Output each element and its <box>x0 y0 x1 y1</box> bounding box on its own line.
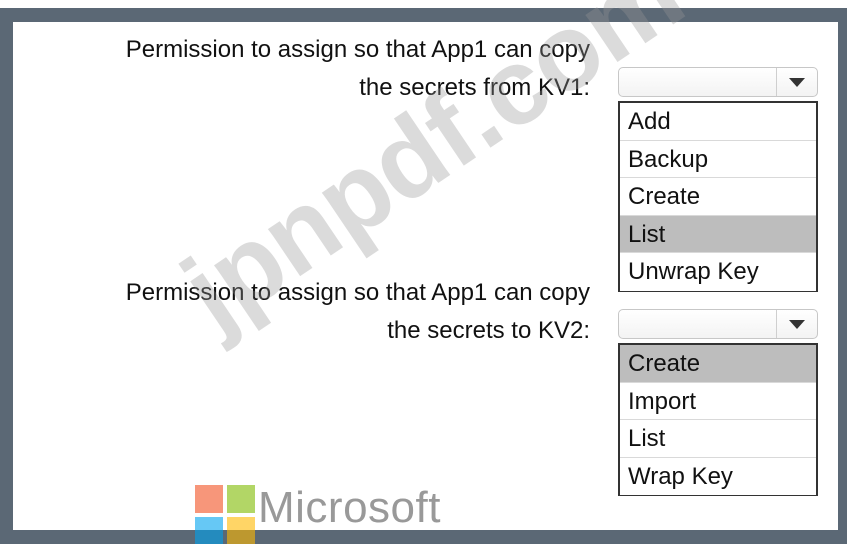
chevron-down-icon[interactable] <box>789 320 805 329</box>
microsoft-logo-icon <box>195 485 257 544</box>
kv2-option-import[interactable]: Import <box>620 382 816 420</box>
chevron-down-icon[interactable] <box>789 78 805 87</box>
dropdown-divider <box>776 68 777 96</box>
kv2-option-list[interactable]: List <box>620 420 816 458</box>
kv1-option-backup[interactable]: Backup <box>620 140 816 178</box>
dropdown-divider <box>776 310 777 338</box>
logo-green-square <box>227 485 255 513</box>
stage: Permission to assign so that App1 can co… <box>0 0 847 544</box>
kv2-option-create[interactable]: Create <box>620 345 816 383</box>
kv2-options-list: Create Import List Wrap Key <box>618 343 818 496</box>
logo-blue-square <box>195 517 223 544</box>
kv1-option-add[interactable]: Add <box>620 103 816 141</box>
prompt-kv2-line2: the secrets to KV2: <box>387 317 590 344</box>
kv2-option-wrap-key[interactable]: Wrap Key <box>620 457 816 495</box>
kv1-option-unwrap-key[interactable]: Unwrap Key <box>620 253 816 291</box>
kv2-permission-dropdown[interactable] <box>618 309 818 339</box>
microsoft-wordmark: Microsoft <box>258 483 441 532</box>
logo-yellow-square <box>227 517 255 544</box>
logo-red-square <box>195 485 223 513</box>
kv1-option-list[interactable]: List <box>620 215 816 253</box>
kv1-option-create[interactable]: Create <box>620 178 816 216</box>
kv1-options-list: Add Backup Create List Unwrap Key <box>618 101 818 292</box>
